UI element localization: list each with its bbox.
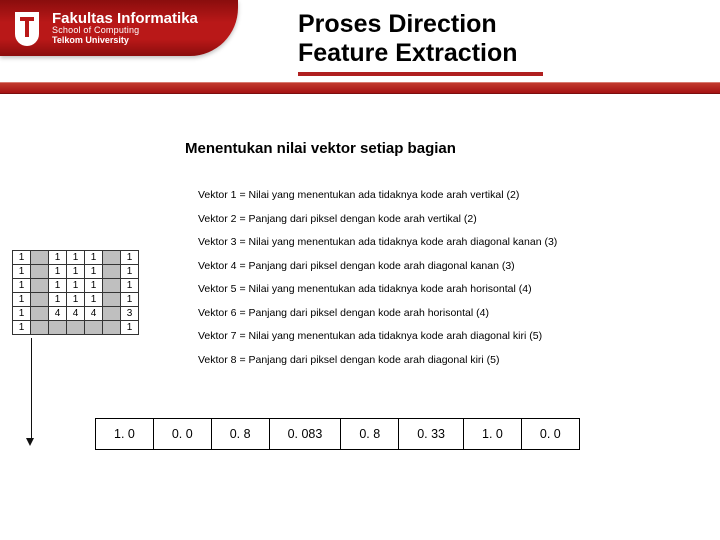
grid-cell: 1 — [121, 251, 139, 265]
grid-cell: 4 — [85, 307, 103, 321]
grid-cell: 1 — [121, 265, 139, 279]
grid-cell — [85, 321, 103, 335]
grid-cell: 4 — [67, 307, 85, 321]
grid-cell: 1 — [67, 279, 85, 293]
grid-cell: 3 — [121, 307, 139, 321]
grid-cell: 1 — [49, 279, 67, 293]
value-cell: 0. 0 — [154, 419, 212, 449]
title-underline — [298, 72, 543, 76]
grid-cell: 4 — [49, 307, 67, 321]
grid-cell: 1 — [67, 265, 85, 279]
pixel-grid: 111111111111111111111444311 — [12, 250, 139, 335]
grid-cell — [31, 279, 49, 293]
grid-cell — [103, 265, 121, 279]
subtitle: Menentukan nilai vektor setiap bagian — [185, 140, 456, 157]
value-cell: 0. 083 — [270, 419, 342, 449]
grid-cell — [67, 321, 85, 335]
university-logo-icon — [12, 10, 42, 46]
grid-cell: 1 — [49, 251, 67, 265]
grid-cell: 1 — [13, 265, 31, 279]
grid-cell — [103, 279, 121, 293]
grid-cell: 1 — [49, 265, 67, 279]
page-title: Proses Direction Feature Extraction — [298, 10, 518, 68]
grid-cell: 1 — [67, 293, 85, 307]
grid-cell: 1 — [67, 251, 85, 265]
grid-cell — [103, 321, 121, 335]
vector-line: Vektor 1 = Nilai yang menentukan ada tid… — [198, 190, 557, 201]
brand-line3: Telkom University — [52, 36, 198, 45]
grid-cell: 1 — [85, 293, 103, 307]
value-cell: 0. 8 — [212, 419, 270, 449]
grid-cell: 1 — [121, 321, 139, 335]
brand-bar: Fakultas Informatika School of Computing… — [0, 0, 238, 56]
grid-cell: 1 — [13, 279, 31, 293]
header-divider-bar — [0, 82, 720, 94]
grid-cell — [31, 321, 49, 335]
vector-line: Vektor 6 = Panjang dari piksel dengan ko… — [198, 308, 557, 319]
vector-line: Vektor 3 = Nilai yang menentukan ada tid… — [198, 237, 557, 248]
grid-cell: 1 — [121, 279, 139, 293]
grid-cell: 1 — [121, 293, 139, 307]
grid-cell: 1 — [49, 293, 67, 307]
grid-cell: 1 — [13, 307, 31, 321]
grid-cell — [31, 265, 49, 279]
title-line-1: Proses Direction — [298, 10, 518, 39]
grid-cell — [31, 251, 49, 265]
grid-cell: 1 — [13, 293, 31, 307]
title-line-2: Feature Extraction — [298, 39, 518, 68]
value-row: 1. 00. 00. 80. 0830. 80. 331. 00. 0 — [95, 418, 580, 450]
vector-line: Vektor 5 = Nilai yang menentukan ada tid… — [198, 284, 557, 295]
vector-line: Vektor 2 = Panjang dari piksel dengan ko… — [198, 214, 557, 225]
grid-cell: 1 — [85, 279, 103, 293]
value-cell: 0. 8 — [341, 419, 399, 449]
grid-cell: 1 — [85, 251, 103, 265]
grid-cell — [31, 307, 49, 321]
grid-cell: 1 — [85, 265, 103, 279]
vector-line: Vektor 4 = Panjang dari piksel dengan ko… — [198, 261, 557, 272]
brand-line1: Fakultas Informatika — [52, 11, 198, 27]
value-cell: 1. 0 — [96, 419, 154, 449]
value-cell: 1. 0 — [464, 419, 522, 449]
grid-cell: 1 — [13, 251, 31, 265]
brand-text: Fakultas Informatika School of Computing… — [52, 11, 198, 46]
value-cell: 0. 33 — [399, 419, 464, 449]
vector-definitions: Vektor 1 = Nilai yang menentukan ada tid… — [198, 190, 557, 378]
grid-cell — [103, 251, 121, 265]
grid-cell — [103, 307, 121, 321]
value-cell: 0. 0 — [522, 419, 579, 449]
grid-cell: 1 — [13, 321, 31, 335]
grid-cell — [31, 293, 49, 307]
vector-line: Vektor 7 = Nilai yang menentukan ada tid… — [198, 331, 557, 342]
vector-line: Vektor 8 = Panjang dari piksel dengan ko… — [198, 355, 557, 366]
arrow-down-icon — [29, 338, 34, 446]
grid-cell — [49, 321, 67, 335]
grid-cell — [103, 293, 121, 307]
